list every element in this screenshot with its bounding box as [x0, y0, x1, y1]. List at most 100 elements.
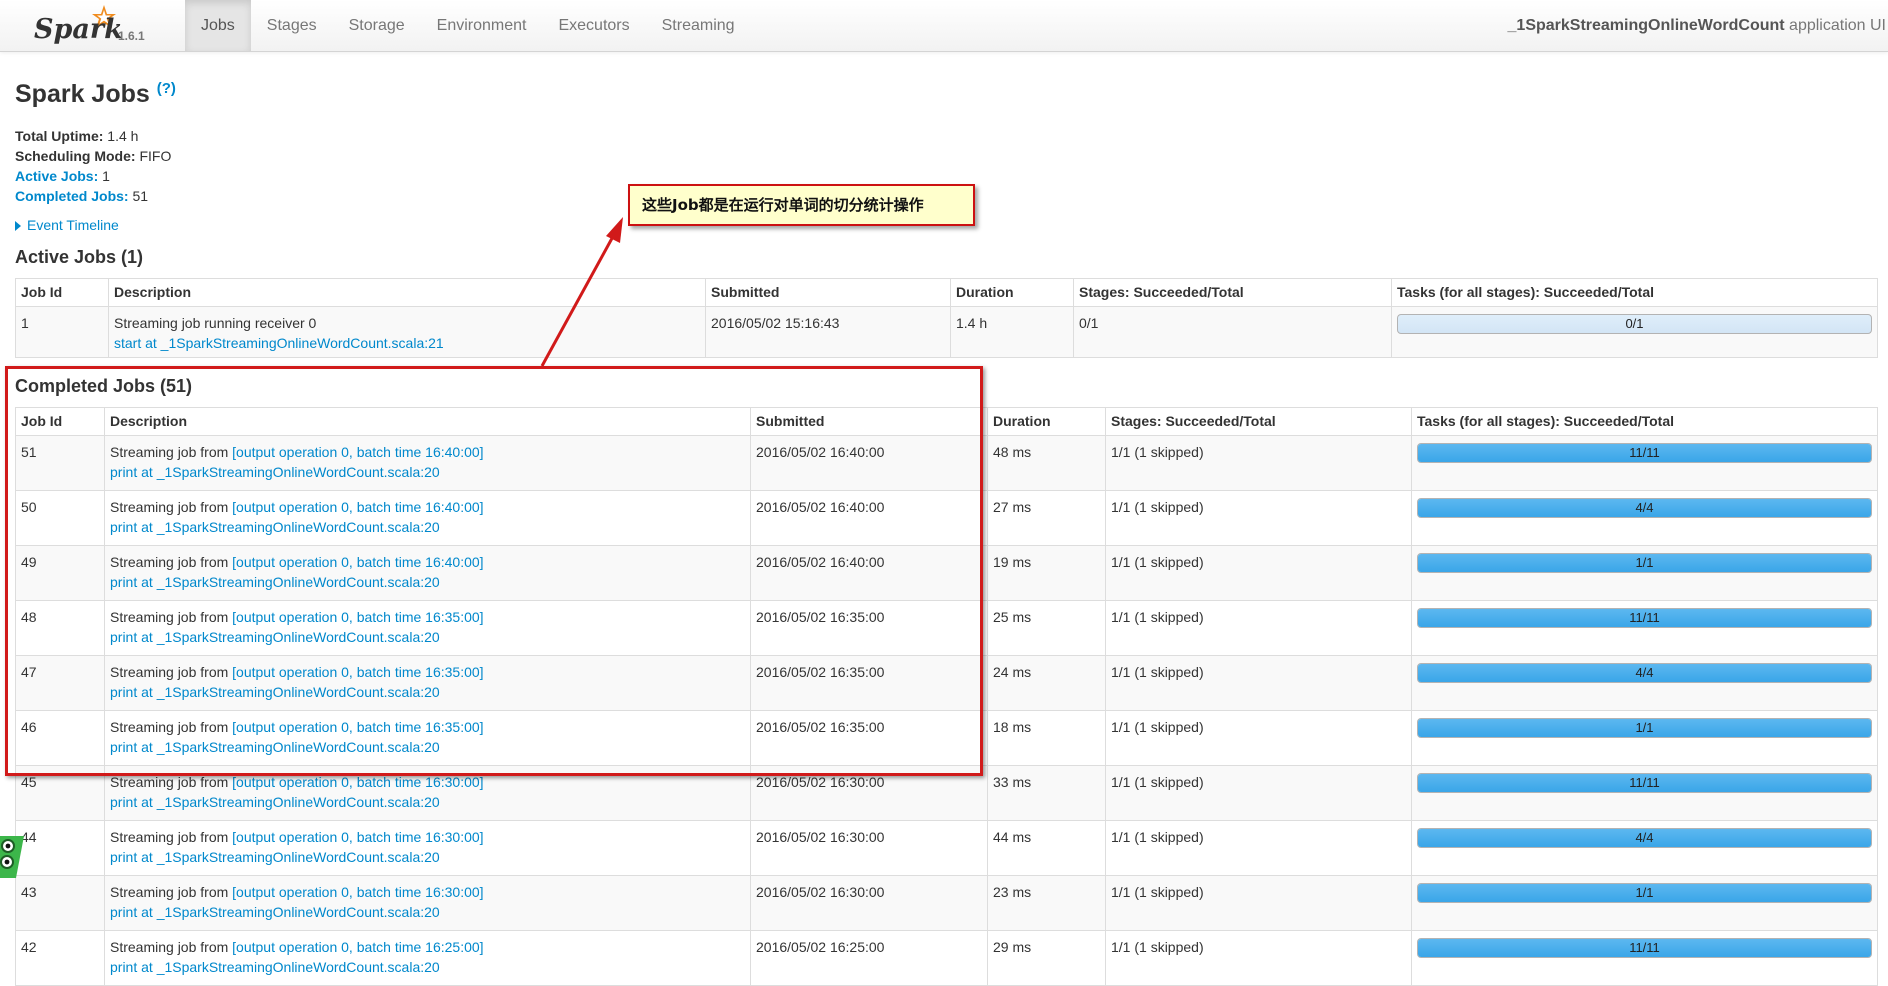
job-detail-link[interactable]: print at _1SparkStreamingOnlineWordCount… — [110, 519, 440, 535]
column-header-tasks[interactable]: Tasks (for all stages): Succeeded/Total — [1411, 407, 1878, 436]
stages-cell: 1/1 (1 skipped) — [1105, 435, 1412, 491]
application-title: _1SparkStreamingOnlineWordCount applicat… — [1508, 0, 1886, 51]
table-row: 49 Streaming job from [output operation 0… — [15, 545, 1878, 601]
batch-link[interactable]: [output operation 0, batch time 16:30:00… — [232, 829, 483, 845]
job-id-cell: 47 — [15, 655, 105, 711]
tasks-cell: 1/1 — [1411, 875, 1878, 931]
completed-jobs-link[interactable]: Completed Jobs: — [15, 188, 129, 204]
summary-active-value: 1 — [102, 168, 110, 184]
description-cell: Streaming job from [output operation 0, … — [104, 875, 751, 931]
column-header-submitted[interactable]: Submitted — [750, 407, 988, 436]
job-detail-link[interactable]: print at _1SparkStreamingOnlineWordCount… — [110, 739, 440, 755]
spark-logo[interactable]: Spark 1.6.1 — [34, 2, 154, 48]
column-header-duration[interactable]: Duration — [950, 278, 1074, 307]
stages-cell: 1/1 (1 skipped) — [1105, 765, 1412, 821]
summary-mode-label: Scheduling Mode: — [15, 148, 136, 164]
page-title: Spark Jobs (?) — [15, 80, 176, 109]
submitted-cell: 2016/05/02 16:30:00 — [750, 875, 988, 931]
batch-link[interactable]: [output operation 0, batch time 16:30:00… — [232, 774, 483, 790]
job-id-cell: 45 — [15, 765, 105, 821]
progress-label: 1/1 — [1635, 720, 1654, 735]
table-row: 1 Streaming job running receiver 0 start… — [15, 306, 1878, 358]
description-text: Streaming job from — [110, 774, 233, 790]
batch-link[interactable]: [output operation 0, batch time 16:35:00… — [232, 719, 483, 735]
table-row: 47 Streaming job from [output operation 0… — [15, 655, 1878, 711]
column-header-description[interactable]: Description — [104, 407, 751, 436]
tasks-progress-bar: 4/4 — [1417, 498, 1872, 518]
job-id-cell: 49 — [15, 545, 105, 601]
tab-executors[interactable]: Executors — [542, 0, 645, 51]
submitted-cell: 2016/05/02 16:40:00 — [750, 435, 988, 491]
progress-label: 4/4 — [1635, 500, 1654, 515]
page-title-text: Spark Jobs — [15, 80, 150, 108]
application-name: _1SparkStreamingOnlineWordCount — [1507, 17, 1785, 34]
active-jobs-table: Job Id Description Submitted Duration St… — [15, 278, 1878, 358]
column-header-stages[interactable]: Stages: Succeeded/Total — [1105, 407, 1412, 436]
active-jobs-link[interactable]: Active Jobs: — [15, 168, 98, 184]
job-detail-link[interactable]: print at _1SparkStreamingOnlineWordCount… — [110, 464, 440, 480]
column-header-description[interactable]: Description — [108, 278, 706, 307]
tasks-cell: 11/11 — [1411, 765, 1878, 821]
job-detail-link[interactable]: print at _1SparkStreamingOnlineWordCount… — [110, 959, 440, 975]
completed-jobs-table: Job Id Description Submitted Duration St… — [15, 407, 1878, 986]
submitted-cell: 2016/05/02 16:35:00 — [750, 600, 988, 656]
batch-link[interactable]: [output operation 0, batch time 16:35:00… — [232, 664, 483, 680]
job-id-cell: 50 — [15, 490, 105, 546]
event-timeline-toggle[interactable]: Event Timeline — [15, 217, 119, 233]
stages-cell: 1/1 (1 skipped) — [1105, 490, 1412, 546]
column-header-job-id[interactable]: Job Id — [15, 407, 105, 436]
batch-link[interactable]: [output operation 0, batch time 16:25:00… — [232, 939, 483, 955]
job-detail-link[interactable]: start at _1SparkStreamingOnlineWordCount… — [114, 335, 444, 351]
tasks-cell: 4/4 — [1411, 490, 1878, 546]
duration-cell: 24 ms — [987, 655, 1106, 711]
summary-completed-label[interactable]: Completed Jobs: — [15, 188, 129, 204]
tasks-progress-bar: 11/11 — [1417, 773, 1872, 793]
description-text: Streaming job from — [110, 664, 233, 680]
description-cell: Streaming job from [output operation 0, … — [104, 490, 751, 546]
job-detail-link[interactable]: print at _1SparkStreamingOnlineWordCount… — [110, 794, 440, 810]
tab-streaming[interactable]: Streaming — [646, 0, 751, 51]
table-header-row: Job Id Description Submitted Duration St… — [15, 278, 1878, 307]
summary-active-label[interactable]: Active Jobs: — [15, 168, 98, 184]
job-detail-link[interactable]: print at _1SparkStreamingOnlineWordCount… — [110, 574, 440, 590]
submitted-cell: 2016/05/02 16:35:00 — [750, 655, 988, 711]
duration-cell: 44 ms — [987, 820, 1106, 876]
job-detail-link[interactable]: print at _1SparkStreamingOnlineWordCount… — [110, 849, 440, 865]
tab-stages[interactable]: Stages — [251, 0, 333, 51]
tasks-progress-bar: 1/1 — [1417, 883, 1872, 903]
tab-environment[interactable]: Environment — [421, 0, 543, 51]
column-header-job-id[interactable]: Job Id — [15, 278, 109, 307]
summary-uptime: Total Uptime: 1.4 h — [15, 126, 171, 146]
description-line: Streaming job from [output operation 0, … — [110, 827, 745, 847]
tab-storage[interactable]: Storage — [333, 0, 421, 51]
column-header-tasks[interactable]: Tasks (for all stages): Succeeded/Total — [1391, 278, 1878, 307]
tasks-cell: 4/4 — [1411, 655, 1878, 711]
tasks-cell: 11/11 — [1411, 600, 1878, 656]
help-icon[interactable]: (?) — [157, 80, 176, 97]
duration-cell: 25 ms — [987, 600, 1106, 656]
column-header-stages[interactable]: Stages: Succeeded/Total — [1073, 278, 1392, 307]
job-detail-link[interactable]: print at _1SparkStreamingOnlineWordCount… — [110, 684, 440, 700]
spark-version: 1.6.1 — [118, 29, 145, 43]
progress-label: 11/11 — [1629, 940, 1660, 955]
column-header-duration[interactable]: Duration — [987, 407, 1106, 436]
tab-jobs[interactable]: Jobs — [185, 0, 251, 51]
stages-cell: 1/1 (1 skipped) — [1105, 710, 1412, 766]
description-line: Streaming job from [output operation 0, … — [110, 552, 745, 572]
summary-uptime-value: 1.4 h — [107, 128, 139, 144]
table-row: 44 Streaming job from [output operation 0… — [15, 820, 1878, 876]
description-line: Streaming job from [output operation 0, … — [110, 717, 745, 737]
summary-mode-value: FIFO — [139, 148, 172, 164]
batch-link[interactable]: [output operation 0, batch time 16:40:00… — [232, 444, 483, 460]
batch-link[interactable]: [output operation 0, batch time 16:30:00… — [232, 884, 483, 900]
table-row: 43 Streaming job from [output operation 0… — [15, 875, 1878, 931]
column-header-submitted[interactable]: Submitted — [705, 278, 951, 307]
batch-link[interactable]: [output operation 0, batch time 16:40:00… — [232, 499, 483, 515]
job-detail-link[interactable]: print at _1SparkStreamingOnlineWordCount… — [110, 629, 440, 645]
progress-label: 1/1 — [1635, 555, 1654, 570]
table-row: 45 Streaming job from [output operation 0… — [15, 765, 1878, 821]
job-detail-link[interactable]: print at _1SparkStreamingOnlineWordCount… — [110, 904, 440, 920]
batch-link[interactable]: [output operation 0, batch time 16:35:00… — [232, 609, 483, 625]
duration-cell: 29 ms — [987, 930, 1106, 986]
batch-link[interactable]: [output operation 0, batch time 16:40:00… — [232, 554, 483, 570]
